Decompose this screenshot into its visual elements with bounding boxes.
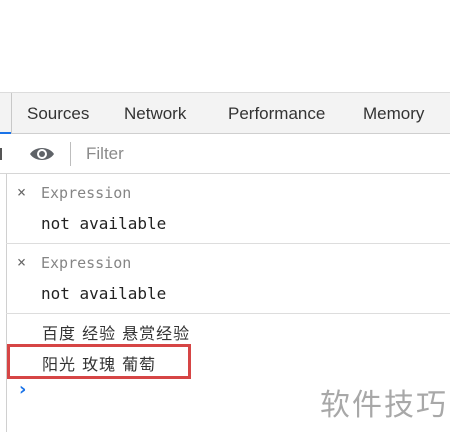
console-output-line: 百度 经验 悬赏经验	[42, 324, 191, 343]
close-icon[interactable]: ×	[17, 253, 26, 271]
console-output-line: 阳光 玫瑰 葡萄	[42, 355, 157, 374]
toolbar-divider	[0, 148, 2, 160]
active-tab-edge[interactable]	[0, 93, 12, 134]
expression-value: not available	[41, 214, 167, 233]
expression-value: not available	[41, 284, 167, 303]
tab-performance[interactable]: Performance	[228, 104, 325, 124]
devtools-tabbar: Sources Network Performance Memory	[0, 92, 450, 134]
console-toolbar	[0, 134, 450, 174]
tab-network[interactable]: Network	[124, 104, 186, 124]
tab-sources[interactable]: Sources	[27, 104, 89, 124]
live-expression: × Expression not available	[6, 244, 450, 314]
expression-label[interactable]: Expression	[41, 184, 131, 202]
tab-memory[interactable]: Memory	[363, 104, 424, 124]
eye-icon[interactable]	[29, 143, 55, 165]
watermark: 软件技巧	[320, 388, 448, 423]
filter-input[interactable]	[86, 140, 436, 168]
close-icon[interactable]: ×	[17, 183, 26, 201]
expression-label[interactable]: Expression	[41, 254, 131, 272]
console-prompt-icon[interactable]: ›	[19, 379, 26, 400]
toolbar-separator	[70, 142, 71, 166]
live-expression: × Expression not available	[6, 174, 450, 244]
